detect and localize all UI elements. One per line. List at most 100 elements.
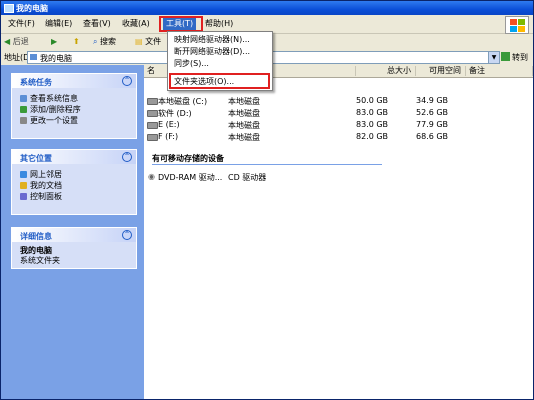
collapse-icon[interactable]: ^: [122, 76, 132, 86]
removable-device-row[interactable]: ◉ DVD-RAM 驱动... CD 驱动器: [144, 171, 533, 183]
title-bar[interactable]: 我的电脑: [1, 1, 533, 15]
menu-help[interactable]: 帮助(H): [202, 18, 236, 30]
file-list-view: 名 总大小 可用空间 备注 本地磁盘 (C:) 本地磁盘 50.0 GB 34.…: [144, 65, 533, 399]
place-label: 控制面板: [30, 192, 62, 201]
place-control-panel[interactable]: 控制面板: [12, 191, 136, 202]
task-label: 更改一个设置: [30, 116, 78, 125]
folder-icon: ▤: [135, 37, 143, 46]
drive-total: 83.0 GB: [356, 108, 389, 117]
system-tasks-title: 系统任务: [20, 78, 52, 87]
drive-row[interactable]: 软件 (D:) 本地磁盘 83.0 GB 52.6 GB: [144, 107, 533, 119]
menu-view[interactable]: 查看(V): [80, 18, 114, 30]
drive-type: 本地磁盘: [228, 97, 260, 106]
details-name: 我的电脑: [20, 246, 52, 255]
collapse-icon[interactable]: ^: [122, 230, 132, 240]
task-pane: 系统任务 ^ 查看系统信息 添加/删除程序 更改一个设置 其它位置 ^ 网上邻居…: [1, 65, 144, 399]
device-name: DVD-RAM 驱动...: [158, 173, 223, 182]
info-icon: [20, 95, 27, 102]
drive-free: 68.6 GB: [416, 132, 449, 141]
column-comments[interactable]: 备注: [466, 66, 533, 76]
drive-name: 软件 (D:): [158, 109, 192, 118]
window-title: 我的电脑: [16, 4, 48, 13]
search-icon: ⌕: [93, 37, 98, 46]
drive-type: 本地磁盘: [228, 121, 260, 130]
place-network[interactable]: 网上邻居: [12, 169, 136, 180]
drive-total: 83.0 GB: [356, 120, 389, 129]
drive-name: 本地磁盘 (C:): [158, 97, 208, 106]
menu-map-network-drive[interactable]: 映射网络驱动器(N)...: [170, 34, 270, 45]
drive-row[interactable]: E (E:) 本地磁盘 83.0 GB 77.9 GB: [144, 119, 533, 131]
drive-type: 本地磁盘: [228, 109, 260, 118]
drive-free: 34.9 GB: [416, 96, 449, 105]
hard-drive-icon: [147, 98, 158, 105]
other-places-header[interactable]: 其它位置 ^: [12, 150, 136, 164]
search-button[interactable]: ⌕ 搜索: [93, 36, 116, 48]
collapse-icon[interactable]: ^: [122, 152, 132, 162]
system-tasks-panel: 系统任务 ^ 查看系统信息 添加/删除程序 更改一个设置: [11, 73, 137, 139]
forward-button[interactable]: ▶: [51, 36, 57, 48]
address-dropdown-button[interactable]: ▼: [488, 51, 500, 64]
column-free-space[interactable]: 可用空间: [416, 66, 466, 76]
back-button[interactable]: ◀ 后退: [4, 36, 29, 48]
device-type: CD 驱动器: [228, 173, 267, 182]
details-title: 详细信息: [20, 232, 52, 241]
details-type: 系统文件夹: [20, 256, 60, 265]
column-total-size[interactable]: 总大小: [356, 66, 416, 76]
folders-button[interactable]: ▤ 文件: [135, 36, 161, 48]
section-divider: [152, 164, 382, 165]
documents-folder-icon: [20, 182, 27, 189]
settings-icon: [20, 117, 27, 124]
search-label: 搜索: [100, 37, 117, 46]
hard-drive-icon: [147, 110, 158, 117]
system-tasks-header[interactable]: 系统任务 ^: [12, 74, 136, 88]
menu-synchronize[interactable]: 同步(S)...: [170, 58, 270, 69]
task-label: 查看系统信息: [30, 94, 78, 103]
removable-section-title: 有可移动存储的设备: [152, 154, 224, 163]
go-button[interactable]: 转到: [501, 51, 531, 62]
menu-file[interactable]: 文件(F): [5, 18, 38, 30]
hard-drive-icon: [147, 134, 158, 141]
drive-name: F (F:): [158, 132, 179, 141]
folders-label: 文件: [145, 37, 162, 46]
menu-disconnect-network-drive[interactable]: 断开网络驱动器(D)...: [170, 46, 270, 57]
network-icon: [20, 171, 27, 178]
address-value: 我的电脑: [40, 54, 72, 63]
place-label: 我的文档: [30, 181, 62, 190]
drive-total: 82.0 GB: [356, 132, 389, 141]
drive-free: 52.6 GB: [416, 108, 449, 117]
back-arrow-icon: ◀: [4, 37, 11, 46]
place-label: 网上邻居: [30, 170, 62, 179]
drive-row[interactable]: 本地磁盘 (C:) 本地磁盘 50.0 GB 34.9 GB: [144, 95, 533, 107]
control-panel-icon: [20, 193, 27, 200]
menu-favorites[interactable]: 收藏(A): [119, 18, 153, 30]
place-my-documents[interactable]: 我的文档: [12, 180, 136, 191]
programs-icon: [20, 106, 27, 113]
drive-type: 本地磁盘: [228, 133, 260, 142]
optical-drive-icon: ◉: [148, 172, 155, 181]
tools-dropdown-menu: 映射网络驱动器(N)... 断开网络驱动器(D)... 同步(S)... 文件夹…: [167, 31, 273, 91]
task-change-setting[interactable]: 更改一个设置: [12, 115, 136, 126]
explorer-window: 我的电脑 文件(F) 编辑(E) 查看(V) 收藏(A) 工具(T) 帮助(H)…: [0, 0, 534, 400]
highlight-box-tools: [159, 16, 203, 32]
task-add-remove-programs[interactable]: 添加/删除程序: [12, 104, 136, 115]
other-places-title: 其它位置: [20, 154, 52, 163]
task-label: 添加/删除程序: [30, 105, 81, 114]
go-label: 转到: [512, 53, 528, 62]
drive-name: E (E:): [158, 120, 180, 129]
details-header[interactable]: 详细信息 ^: [12, 228, 136, 242]
task-view-system-info[interactable]: 查看系统信息: [12, 93, 136, 104]
up-folder-icon[interactable]: ⬆: [73, 36, 80, 48]
computer-icon: [30, 54, 37, 60]
windows-logo: [505, 16, 529, 34]
drive-free: 77.9 GB: [416, 120, 449, 129]
other-places-panel: 其它位置 ^ 网上邻居 我的文档 控制面板: [11, 149, 137, 215]
drive-total: 50.0 GB: [356, 96, 389, 105]
drive-row[interactable]: F (F:) 本地磁盘 82.0 GB 68.6 GB: [144, 131, 533, 143]
hard-drive-icon: [147, 122, 158, 129]
details-panel: 详细信息 ^ 我的电脑 系统文件夹: [11, 227, 137, 269]
computer-icon: [4, 4, 14, 13]
menu-edit[interactable]: 编辑(E): [42, 18, 75, 30]
highlight-box-folder-options: [169, 73, 270, 89]
back-label: 后退: [12, 37, 29, 46]
go-arrow-icon: [501, 52, 510, 61]
